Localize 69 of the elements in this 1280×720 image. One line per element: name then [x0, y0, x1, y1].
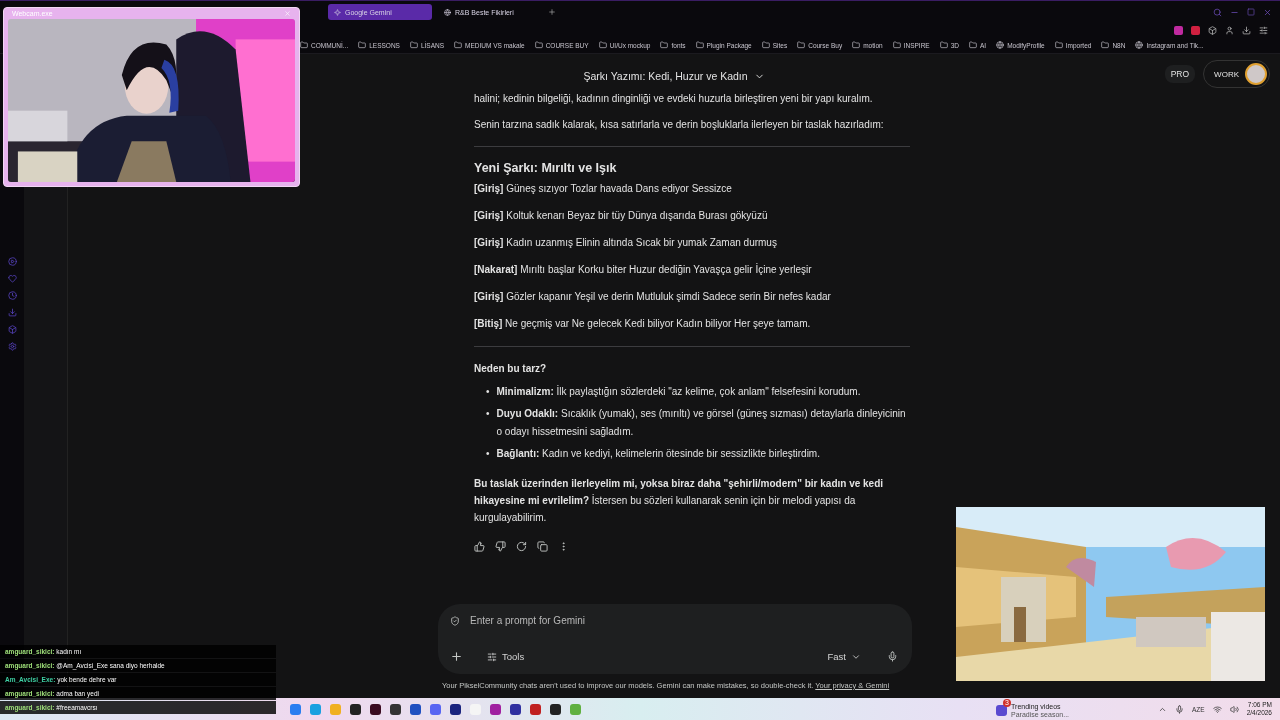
- menu-icon[interactable]: [1259, 25, 1268, 35]
- folder-icon: [797, 41, 806, 49]
- extensions-icon[interactable]: [1208, 25, 1217, 35]
- list-item: Bağlantı: Kadın ve kediyi, kelimelerin ötesinde bir sessizlikte birleştirdim.: [496, 447, 820, 461]
- folder-icon: [409, 41, 418, 49]
- folder-icon: [1101, 41, 1110, 49]
- app-icon[interactable]: [550, 703, 561, 715]
- paragraph: Bu taslak üzerinden ilerleyelim mi, yoksa biraz daha "şehirli/modern" bir kadın ve kedi hikayesine mi evrilelim? İstersen bu sözleri kullanarak senin için bir melodi yapısı da kurgulayabilirim.: [474, 478, 884, 523]
- sparkle-icon: [334, 8, 341, 16]
- mic-icon[interactable]: [1175, 704, 1185, 714]
- folder-icon: [892, 41, 901, 49]
- paragraph: Senin tarzına sadık kalarak, kısa satırlarla ve derin boşluklarla ilerleyen bir taslak hazırladım:: [474, 118, 885, 132]
- folder-icon: [534, 41, 543, 49]
- avatar: [1245, 63, 1267, 85]
- folder-icon: [1054, 41, 1063, 49]
- close-icon[interactable]: [1263, 7, 1272, 17]
- section-title: Neden bu tarz?: [474, 362, 548, 376]
- copy-icon[interactable]: [537, 541, 548, 552]
- app-icon[interactable]: [370, 703, 381, 715]
- sliders-icon: [487, 651, 497, 662]
- bullet: •: [486, 407, 490, 421]
- folder-icon: [660, 41, 669, 49]
- lyric-line: [Bitiş] Ne geçmiş var Ne gelecek Kedi biliyor Kadın biliyor Her şeye tamam.: [474, 318, 811, 329]
- volume-icon[interactable]: [1229, 704, 1239, 714]
- clock-icon[interactable]: [7, 291, 17, 300]
- folder-icon: [939, 41, 948, 49]
- wifi-icon[interactable]: [1212, 704, 1222, 714]
- lyric-line: [Giriş] Koltuk kenarı Beyaz bir tüy Dünya dışarıda Burası gökyüzü: [474, 210, 768, 221]
- app-icon[interactable]: [450, 703, 461, 715]
- app-icon[interactable]: [510, 703, 521, 715]
- folder-icon: [969, 41, 977, 49]
- pro-badge: PRO: [1164, 65, 1196, 83]
- bullet: •: [486, 447, 490, 461]
- folder-icon: [695, 41, 704, 49]
- globe-icon: [444, 8, 451, 16]
- list-item: Duyu Odaklı: Sıcaklık (yumak), ses (mırıltı) ve görsel (güneş sızması) detaylarla dinleyicinin o odayı hissetmesini sağladım.: [496, 407, 907, 439]
- add-icon[interactable]: [450, 650, 463, 663]
- bullet: •: [486, 385, 490, 399]
- folder-icon: [761, 41, 770, 49]
- lyric-line: [Giriş] Güneş sızıyor Tozlar havada Dans ediyor Sessizce: [474, 183, 732, 194]
- list-item: Minimalizm: İlk paylaştığın sözlerdeki "az kelime, çok anlam" felsefesini korudum.: [496, 384, 861, 399]
- lyric-line: [Nakarat] Mırıltı başlar Korku biter Huzur dediğin Yavaşça gelir İçine yerleşir: [474, 264, 812, 275]
- app-icon[interactable]: [390, 703, 401, 715]
- app-icon[interactable]: [410, 703, 421, 715]
- folder-icon: [852, 41, 861, 49]
- new-tab-icon[interactable]: [548, 8, 556, 16]
- folder-icon: [598, 41, 607, 49]
- thumbs-down-icon[interactable]: [495, 541, 506, 552]
- thumbs-up-icon[interactable]: [474, 541, 485, 552]
- box-icon[interactable]: [7, 325, 17, 334]
- paragraph: halini; kedinin bilgeliği, kadının dinginliği ve evdeki huzurla birleştiren yeni bir yapı kuralım.: [474, 92, 874, 106]
- song-title: Yeni Şarkı: Mırıltı ve Işık: [474, 161, 618, 175]
- folder-icon: [358, 41, 367, 49]
- folder-icon: [300, 41, 308, 49]
- shield-icon: [450, 615, 460, 626]
- download-icon[interactable]: [1242, 25, 1251, 35]
- globe-icon: [1135, 41, 1144, 49]
- mode-button[interactable]: Fast: [821, 650, 867, 663]
- prompt-input[interactable]: Enter a prompt for Gemini: [468, 614, 772, 627]
- tools-button[interactable]: Tools: [481, 649, 531, 664]
- conversation-title[interactable]: Şarkı Yazımı: Kedi, Huzur ve Kadın: [583, 70, 765, 82]
- search-icon[interactable]: [1213, 7, 1222, 17]
- lyric-line: [Giriş] Gözler kapanır Yeşil ve derin Mutluluk şimdi Sadece serin Bir nefes kadar: [474, 291, 831, 302]
- mic-icon[interactable]: [887, 651, 898, 662]
- globe-icon: [996, 41, 1005, 49]
- folder-icon: [454, 41, 463, 49]
- app-icon[interactable]: [350, 703, 361, 715]
- lyric-line: [Giriş] Kadın uzanmış Elinin altında Sıcak bir yumak Zaman durmuş: [474, 237, 777, 248]
- regenerate-icon[interactable]: [516, 541, 527, 552]
